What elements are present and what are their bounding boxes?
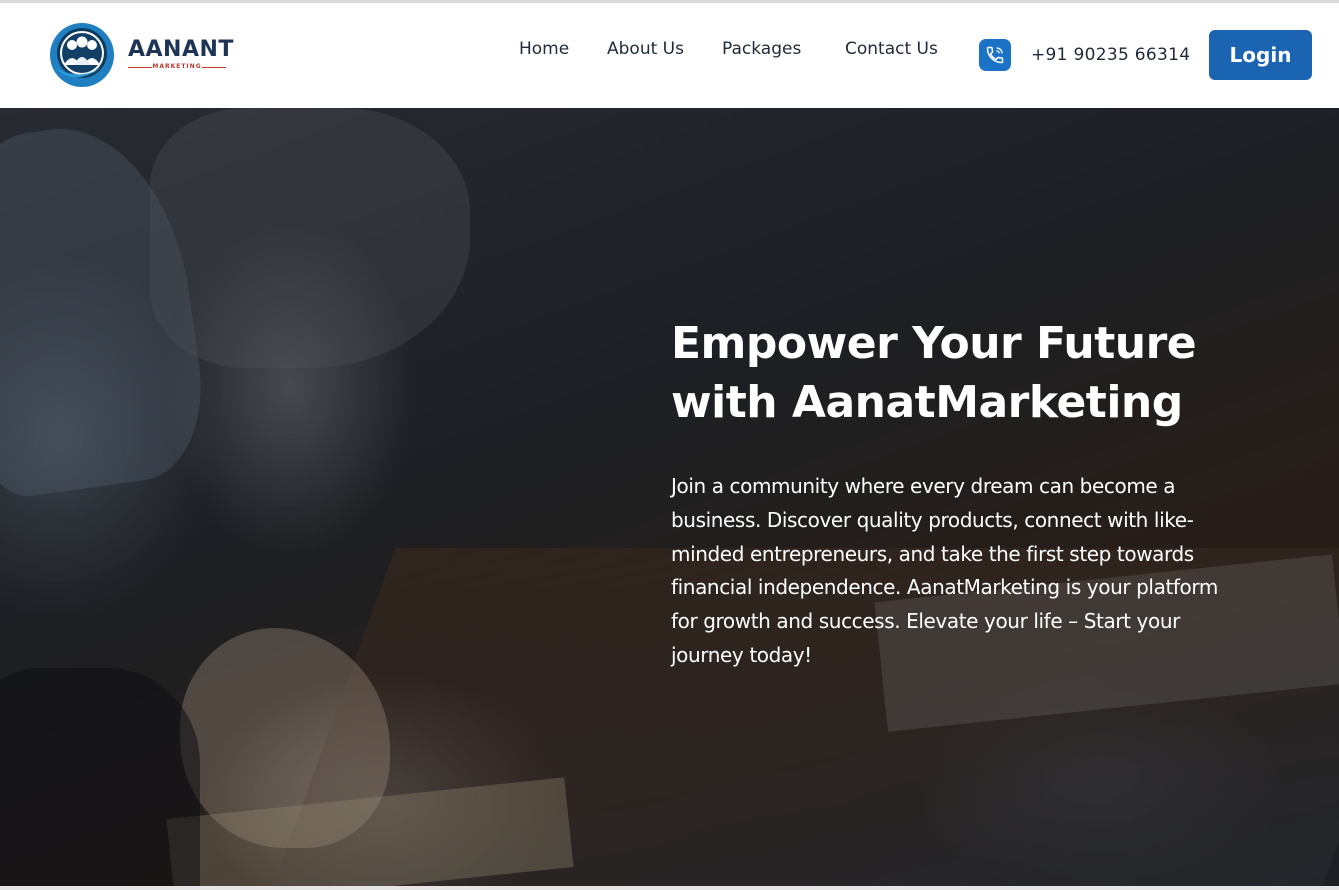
nav-packages[interactable]: Packages — [722, 39, 801, 59]
bottom-border — [0, 886, 1339, 890]
nav-contact-us[interactable]: Contact Us — [845, 39, 938, 59]
hero-title-line-2: with AanatMarketing — [671, 377, 1183, 428]
brand-logo-link[interactable]: AANANT MARKETING — [48, 21, 238, 91]
nav-home[interactable]: Home — [519, 39, 569, 59]
hero-title-line-1: Empower Your Future — [671, 318, 1197, 369]
hero-description: Join a community where every dream can b… — [671, 474, 1218, 667]
phone-icon[interactable] — [979, 39, 1011, 71]
nav-about-us[interactable]: About Us — [607, 39, 684, 59]
navbar: AANANT MARKETING Home About Us Packages … — [0, 3, 1339, 108]
brand-name: AANANT — [128, 37, 234, 62]
hero-section: Empower Your Future with AanatMarketing … — [0, 108, 1339, 886]
login-button[interactable]: Login — [1209, 30, 1312, 80]
people-circle-logo-icon — [50, 23, 114, 87]
hero-title: Empower Your Future with AanatMarketing — [671, 314, 1231, 432]
brand-subtitle-rule-right — [202, 67, 226, 68]
brand-subtitle-wrap: MARKETING — [128, 63, 226, 73]
phone-glyph — [986, 46, 1004, 64]
phone-number-link[interactable]: +91 90235 66314 — [1031, 45, 1190, 65]
